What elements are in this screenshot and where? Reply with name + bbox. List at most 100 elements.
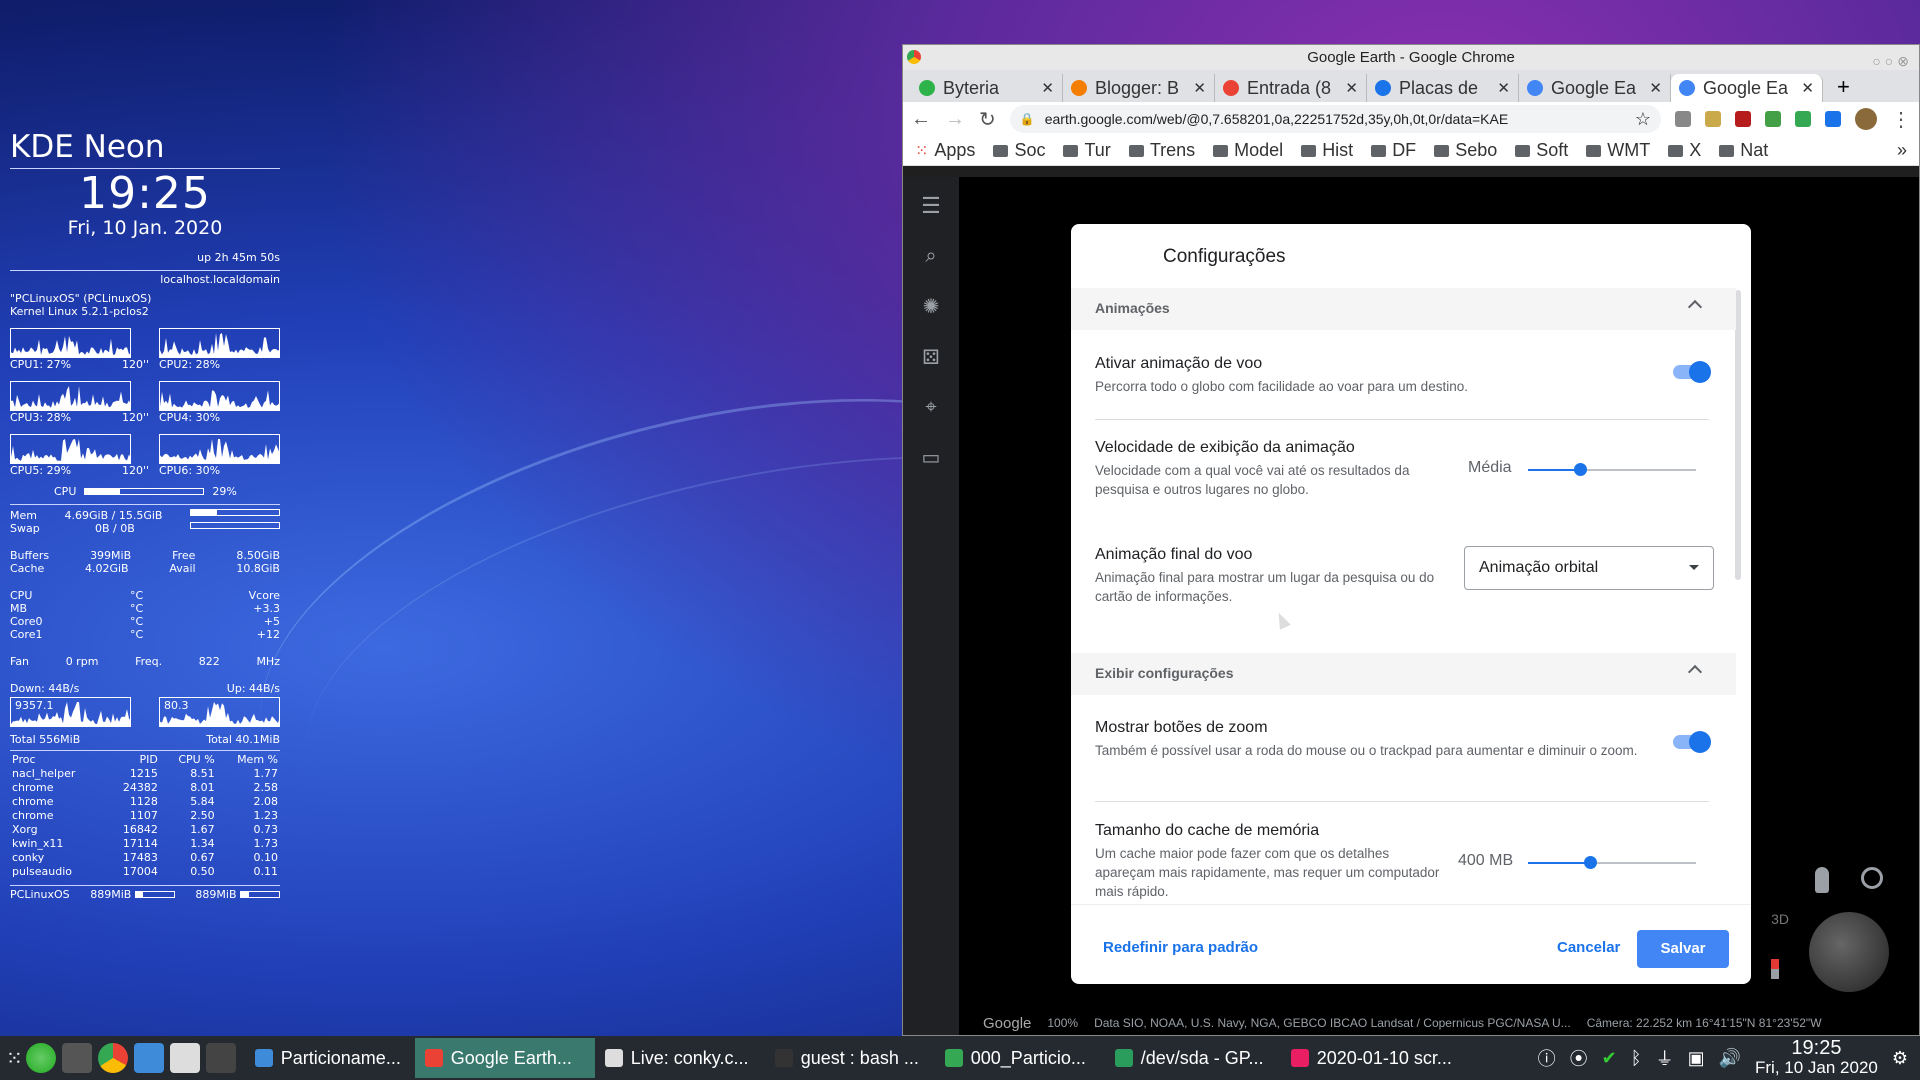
xfce-icon[interactable] [26, 1043, 56, 1073]
taskbar-task[interactable]: guest : bash ... [765, 1038, 935, 1078]
bookmark-item[interactable]: Hist [1301, 140, 1353, 161]
extension-icon[interactable] [1825, 111, 1841, 127]
address-bar[interactable]: 🔒 earth.google.com/web/@0,7.658201,0a,22… [1010, 105, 1661, 133]
extension-icon[interactable] [1675, 111, 1691, 127]
bookmark-item[interactable]: Sebo [1434, 140, 1497, 161]
settings-icon[interactable] [62, 1043, 92, 1073]
cpu-label: CPU2: 28% [159, 358, 220, 371]
voyager-icon[interactable]: ✺ [903, 294, 959, 319]
data-credits: Data SIO, NOAA, U.S. Navy, NGA, GEBCO IB… [1094, 1016, 1571, 1030]
clipboard-icon[interactable]: ▣ [1688, 1048, 1705, 1069]
app-launcher-icon[interactable]: ⁙ [6, 1046, 23, 1071]
window-controls[interactable]: ○○⊗ [1872, 49, 1913, 74]
share-icon[interactable] [1795, 111, 1811, 127]
reset-defaults-button[interactable]: Redefinir para padrão [1103, 939, 1258, 956]
close-icon[interactable]: ✕ [1193, 79, 1206, 97]
animation-speed-slider[interactable] [1528, 469, 1696, 471]
hamburger-menu-icon[interactable]: ☰ [903, 193, 959, 219]
slider-thumb[interactable] [1574, 463, 1587, 476]
close-icon[interactable]: ✕ [1041, 79, 1054, 97]
globe-minimap[interactable] [1809, 912, 1889, 992]
taskbar-task[interactable]: Google Earth... [415, 1038, 595, 1078]
chrome-icon[interactable] [98, 1043, 128, 1073]
gear-icon[interactable]: ⚙ [1892, 1048, 1908, 1069]
my-location-icon[interactable] [1861, 867, 1883, 889]
record-icon[interactable]: ⦿ [1570, 1045, 1588, 1071]
terminal-icon[interactable] [206, 1043, 236, 1073]
chevron-more-icon[interactable]: » [1897, 140, 1907, 161]
feeling-lucky-dice-icon[interactable]: ⚄ [903, 345, 959, 370]
forward-icon[interactable]: → [945, 108, 965, 131]
cancel-button[interactable]: Cancelar [1557, 939, 1620, 956]
tab-favicon-icon [1375, 80, 1391, 96]
menu-kebab-icon[interactable]: ⋮ [1891, 107, 1911, 132]
taskbar-date: Fri, 10 Jan 2020 [1755, 1058, 1878, 1078]
taskbar-clock[interactable]: 19:25 Fri, 10 Jan 2020 [1755, 1038, 1878, 1078]
memory-cache-slider[interactable] [1528, 862, 1696, 864]
taskbar-task[interactable]: Live: conky.c... [595, 1038, 765, 1078]
bookmark-item[interactable]: Soft [1515, 140, 1568, 161]
usb-icon[interactable]: ⏚ [1656, 1045, 1674, 1071]
section-animations-header[interactable]: Animações [1071, 288, 1736, 330]
bookmark-item[interactable]: Trens [1129, 140, 1195, 161]
extension-icon[interactable] [1765, 111, 1781, 127]
file-manager-icon[interactable] [134, 1043, 164, 1073]
bookmark-item[interactable]: DF [1371, 140, 1416, 161]
slider-thumb[interactable] [1584, 856, 1597, 869]
3d-toggle-button[interactable]: 3D [1771, 911, 1789, 927]
browser-tab[interactable]: Entrada (8 ✕ [1215, 74, 1367, 102]
proc-cell: chrome [10, 781, 105, 795]
bookmark-item[interactable]: Nat [1719, 140, 1768, 161]
save-button[interactable]: Salvar [1637, 930, 1729, 968]
bookmark-item[interactable]: WMT [1586, 140, 1650, 161]
bookmark-item[interactable]: X [1668, 140, 1701, 161]
cpu-graph [159, 381, 280, 411]
close-icon[interactable]: ✕ [1345, 79, 1358, 97]
taskbar-task[interactable]: Particioname... [245, 1038, 415, 1078]
browser-tab[interactable]: Byteria ✕ [911, 74, 1063, 102]
setting-title: Velocidade de exibição da animação [1095, 439, 1715, 457]
bluetooth-icon[interactable]: ᛒ [1631, 1048, 1642, 1069]
proc-cell: conky [10, 851, 105, 865]
bookmark-item[interactable]: Tur [1063, 140, 1110, 161]
setting-fly-animation: Ativar animação de voo Percorra todo o g… [1095, 355, 1715, 396]
bookmark-item[interactable]: Model [1213, 140, 1283, 161]
bookmark-item[interactable]: ⁙ Apps [915, 140, 975, 161]
taskbar-task[interactable]: /dev/sda - GP... [1105, 1038, 1281, 1078]
fly-animation-toggle[interactable] [1673, 365, 1709, 379]
window-titlebar[interactable]: Google Earth - Google Chrome ○○⊗ [903, 45, 1919, 70]
task-label: /dev/sda - GP... [1141, 1048, 1264, 1069]
taskbar-task[interactable]: 2020-01-10 scr... [1281, 1038, 1451, 1078]
update-check-icon[interactable]: ✔ [1602, 1048, 1617, 1069]
projects-pin-icon[interactable]: ⌖ [903, 396, 959, 419]
info-icon[interactable]: ⓘ [1538, 1045, 1556, 1071]
browser-tab[interactable]: Placas de ✕ [1367, 74, 1519, 102]
volume-icon[interactable]: 🔊 [1719, 1048, 1741, 1069]
pegman-icon[interactable] [1815, 867, 1829, 893]
close-icon[interactable]: ✕ [1649, 79, 1662, 97]
bookmark-item[interactable]: Soc [993, 140, 1045, 161]
measure-ruler-icon[interactable]: ▭ [903, 445, 959, 470]
browser-tab[interactable]: Google Ea ✕ [1671, 74, 1823, 102]
close-icon[interactable]: ✕ [1497, 79, 1510, 97]
dialog-scrollbar[interactable] [1735, 290, 1741, 580]
task-label: 2020-01-10 scr... [1317, 1048, 1451, 1069]
section-display-header[interactable]: Exibir configurações [1071, 653, 1736, 695]
compass-icon[interactable] [1771, 959, 1779, 979]
text-editor-icon[interactable] [170, 1043, 200, 1073]
extension-icon[interactable] [1705, 111, 1721, 127]
new-tab-icon[interactable]: + [1823, 74, 1864, 102]
close-icon[interactable]: ✕ [1801, 79, 1814, 97]
bookmark-star-icon[interactable]: ☆ [1635, 109, 1651, 130]
back-icon[interactable]: ← [911, 108, 931, 131]
search-icon[interactable]: ⌕ [903, 245, 959, 268]
avatar[interactable] [1855, 108, 1877, 130]
zoom-buttons-toggle[interactable] [1673, 735, 1709, 749]
reload-icon[interactable]: ↻ [979, 107, 996, 132]
extension-icon[interactable] [1735, 111, 1751, 127]
proc-cell: 0.10 [217, 851, 280, 865]
browser-tab[interactable]: Google Ea ✕ [1519, 74, 1671, 102]
browser-tab[interactable]: Blogger: B ✕ [1063, 74, 1215, 102]
final-animation-select[interactable]: Animação orbital [1464, 546, 1714, 590]
taskbar-task[interactable]: 000_Particio... [935, 1038, 1105, 1078]
